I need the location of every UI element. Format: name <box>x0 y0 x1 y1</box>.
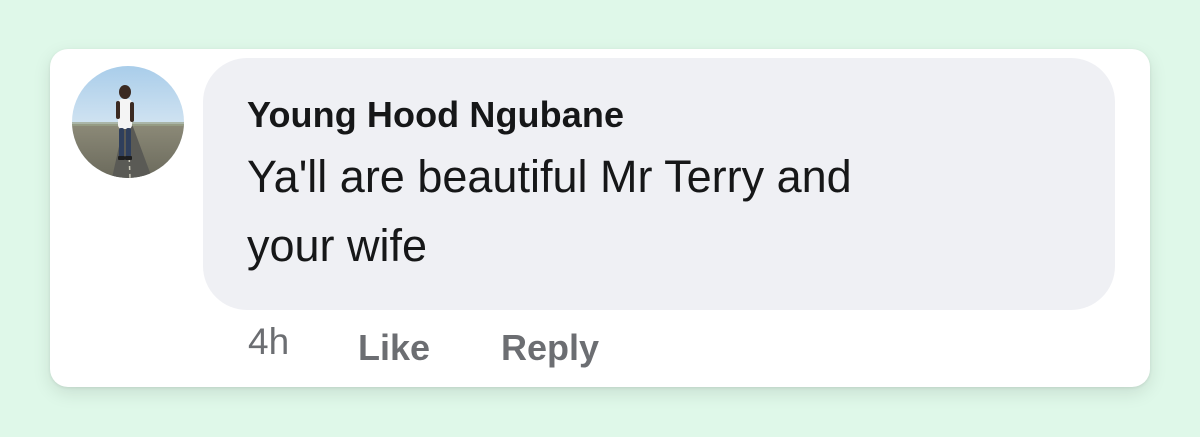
comment-author-name[interactable]: Young Hood Ngubane <box>247 94 624 136</box>
comment-text-line-1: Ya'll are beautiful Mr Terry and <box>247 151 852 202</box>
comment-bubble: Young Hood Ngubane Ya'll are beautiful M… <box>203 58 1115 310</box>
comment-text: Ya'll are beautiful Mr Terry and your wi… <box>247 142 1047 280</box>
like-button[interactable]: Like <box>358 327 430 369</box>
comment-timestamp[interactable]: 4h <box>248 321 289 363</box>
reply-button[interactable]: Reply <box>501 327 599 369</box>
comment-text-line-2: your wife <box>247 220 428 271</box>
author-avatar[interactable] <box>72 66 184 178</box>
user-photo-icon <box>72 66 184 178</box>
comment-card: Young Hood Ngubane Ya'll are beautiful M… <box>50 49 1150 387</box>
